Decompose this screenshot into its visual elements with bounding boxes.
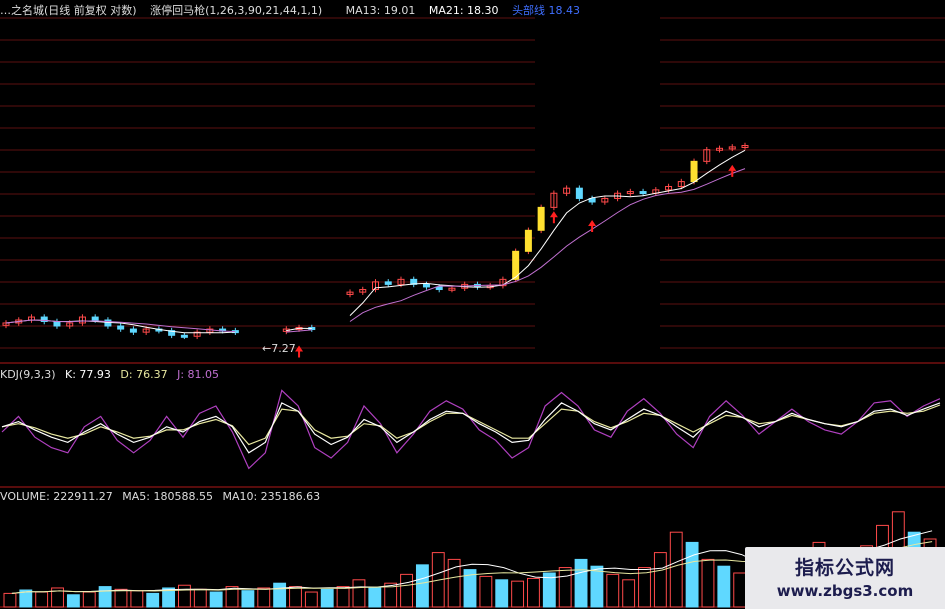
ma13-value: MA13: 19.01 [345, 4, 416, 17]
up-arrow-icon [549, 211, 558, 224]
kdj-d: D: 76.37 [120, 368, 168, 381]
kdj-k: K: 77.93 [65, 368, 111, 381]
watermark-title: 指标公式网 [794, 557, 895, 579]
candle-body [91, 316, 99, 321]
volume-bar [606, 573, 620, 608]
volume-bar [257, 587, 271, 608]
up-arrow-icon [295, 345, 304, 358]
indicator-name: 涨停回马枪(1,26,3,90,21,44,1,1) [150, 4, 323, 17]
volume-bar [320, 588, 334, 608]
candle-body [129, 328, 137, 333]
volume-bar [98, 586, 112, 608]
volume-bar [114, 588, 128, 608]
volume-bar [495, 579, 509, 608]
vol-name: VOLUME: 222911.27 [0, 490, 113, 503]
vol-ma5: MA5: 180588.55 [122, 490, 213, 503]
kdj-panel [1, 389, 941, 470]
volume-bar [368, 587, 382, 608]
kdj-name: KDJ(9,3,3) [0, 368, 56, 381]
volume-bar [146, 592, 160, 608]
volume-bar [558, 567, 572, 608]
candle-body [422, 283, 430, 288]
volume-bar [527, 577, 540, 608]
volume-bar [717, 565, 731, 608]
candle-body [384, 281, 392, 285]
volume-bar [622, 579, 636, 608]
volume-bar [574, 558, 588, 608]
watermark-url: www.zbgs3.com [776, 582, 914, 600]
volume-bar [685, 541, 699, 608]
grid-lines [0, 17, 945, 608]
candle-body [53, 320, 61, 327]
ma-line [5, 168, 746, 333]
candle-body [690, 160, 698, 183]
vol-ma10: MA10: 235186.63 [222, 490, 321, 503]
kdj-j: J: 81.05 [177, 368, 220, 381]
volume-bar [669, 531, 683, 608]
volume-bar [273, 582, 287, 608]
volume-bar [653, 552, 667, 608]
candle-body [575, 187, 583, 199]
volume-bar [82, 591, 96, 608]
volume-bar [479, 575, 493, 608]
volume-bar [733, 572, 747, 608]
volume-bar [193, 588, 207, 608]
volume-bar [178, 584, 191, 608]
candle-body [639, 191, 647, 195]
volume-bar [415, 564, 429, 608]
moving-averages [5, 149, 746, 334]
ma-line [5, 149, 746, 334]
volume-header: VOLUME: 222911.27 MA5: 180588.55 MA10: 2… [0, 490, 330, 504]
volume-bar [400, 573, 413, 608]
candle-body [524, 229, 532, 252]
low-price-label: ←7.27 [262, 342, 296, 355]
kdj-j-line [1, 389, 941, 470]
candle-body [435, 286, 443, 291]
volume-bar [35, 591, 49, 608]
ma21-value: MA21: 18.30 [428, 4, 499, 17]
kdj-header: KDJ(9,3,3) K: 77.93 D: 76.37 J: 81.05 [0, 368, 229, 382]
watermark-badge: 指标公式网 www.zbgs3.com [745, 547, 945, 609]
volume-bar [241, 590, 255, 608]
kdj-d-line [1, 404, 941, 446]
volume-bar [66, 594, 80, 608]
volume-bar [209, 591, 223, 608]
stock-chart[interactable]: ←7.27 [0, 0, 945, 609]
candle-body [117, 325, 125, 330]
chart-title: …之名城(日线 前复权 对数) [0, 4, 137, 17]
volume-bar [701, 558, 715, 608]
volume-bar [3, 592, 17, 608]
volume-bar [289, 586, 302, 608]
main-header: …之名城(日线 前复权 对数) 涨停回马枪(1,26,3,90,21,44,1,… [0, 4, 590, 18]
volume-bar [304, 591, 318, 608]
volume-bar [130, 590, 144, 608]
volume-bar [352, 579, 366, 608]
volume-bar [590, 565, 604, 608]
extra-value: 头部线 18.43 [512, 4, 581, 17]
candle-body [180, 334, 188, 338]
candle-body [537, 206, 545, 231]
up-arrow-icon [588, 219, 597, 232]
volume-bar [336, 586, 350, 608]
volume-bar [511, 580, 525, 608]
